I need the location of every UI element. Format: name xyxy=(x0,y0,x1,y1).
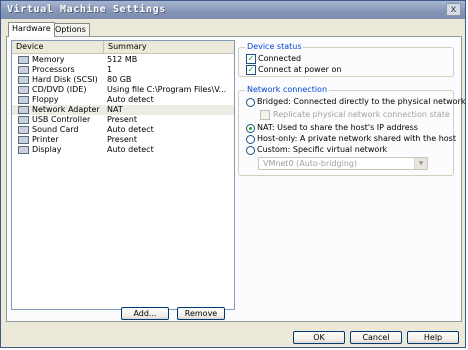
close-icon: x xyxy=(450,4,457,15)
custom-radio[interactable] xyxy=(246,146,255,155)
cancel-button[interactable]: Cancel xyxy=(350,331,402,344)
memory-icon xyxy=(18,56,29,64)
hard-disk-icon xyxy=(18,76,29,84)
device-summary: Auto detect xyxy=(107,145,154,154)
remove-button[interactable]: Remove xyxy=(177,307,225,320)
nat-radio-dot xyxy=(249,127,252,130)
host-only-label: Host-only: A private network shared with… xyxy=(257,134,456,143)
connected-checkbox[interactable]: ✓ xyxy=(246,54,256,64)
connected-label: Connected xyxy=(258,54,302,63)
network-adapter-icon xyxy=(18,106,29,114)
help-button[interactable]: Help xyxy=(407,331,459,344)
tab-hardware[interactable]: Hardware xyxy=(8,22,55,37)
replicate-checkbox[interactable] xyxy=(260,110,270,120)
device-row[interactable]: CD/DVD (IDE) Using file C:\Program Files\… xyxy=(12,85,234,95)
connect-at-power-on-label: Connect at power on xyxy=(258,65,342,74)
device-name: Sound Card xyxy=(32,125,79,134)
device-row[interactable]: Hard Disk (SCSI) 80 GB xyxy=(12,75,234,85)
close-button[interactable]: x xyxy=(446,3,461,16)
title-bar: Virtual Machine Settings x xyxy=(1,1,465,19)
device-row[interactable]: Memory 512 MB xyxy=(12,55,234,65)
processor-icon xyxy=(18,66,29,74)
device-list-header: Device Summary xyxy=(12,41,234,54)
custom-label: Custom: Specific virtual network xyxy=(257,145,388,154)
device-summary: Auto detect xyxy=(107,125,154,134)
add-button[interactable]: Add... xyxy=(121,307,169,320)
ok-button[interactable]: OK xyxy=(293,331,345,344)
device-name: Printer xyxy=(32,135,59,144)
device-row[interactable]: Processors 1 xyxy=(12,65,234,75)
connect-at-power-on-checkbox[interactable]: ✓ xyxy=(246,65,256,75)
custom-network-select[interactable]: VMnet0 (Auto-bridging) ▼ xyxy=(258,157,428,170)
sound-card-icon xyxy=(18,126,29,134)
bridged-radio[interactable] xyxy=(246,98,255,107)
device-name: Processors xyxy=(32,65,75,74)
usb-icon xyxy=(18,116,29,124)
device-summary: 512 MB xyxy=(107,55,138,64)
nat-label: NAT: Used to share the host's IP address xyxy=(257,123,418,132)
device-summary: 1 xyxy=(107,65,113,74)
device-name: Memory xyxy=(32,55,65,64)
printer-icon xyxy=(18,136,29,144)
device-name: Network Adapter xyxy=(32,105,100,114)
device-status-title: Device status xyxy=(245,42,304,52)
settings-window: Virtual Machine Settings x Hardware Opti… xyxy=(0,0,466,348)
host-only-radio[interactable] xyxy=(246,135,255,144)
device-row[interactable]: Sound Card Auto detect xyxy=(12,125,234,135)
device-summary: 80 GB xyxy=(107,75,132,84)
device-name: Hard Disk (SCSI) xyxy=(32,75,98,84)
device-summary: NAT xyxy=(107,105,123,114)
device-row[interactable]: Display Auto detect xyxy=(12,145,234,155)
bridged-label: Bridged: Connected directly to the physi… xyxy=(257,97,466,106)
device-name: Display xyxy=(32,145,62,154)
floppy-icon xyxy=(18,96,29,104)
device-row[interactable]: Floppy Auto detect xyxy=(12,95,234,105)
chevron-down-icon: ▼ xyxy=(414,158,427,169)
replicate-label: Replicate physical network connection st… xyxy=(273,110,450,119)
device-summary: Auto detect xyxy=(107,95,154,104)
column-header-device[interactable]: Device xyxy=(12,41,104,53)
window-title: Virtual Machine Settings xyxy=(7,4,166,15)
device-list: Device Summary Memory 512 MB Processors 1 Ha… xyxy=(11,40,235,310)
device-summary: Present xyxy=(107,135,138,144)
cd-dvd-icon xyxy=(18,86,29,94)
network-connection-title: Network connection xyxy=(245,85,330,95)
device-row[interactable]: Network Adapter NAT xyxy=(12,105,234,115)
column-header-summary[interactable]: Summary xyxy=(104,41,234,53)
nat-radio[interactable] xyxy=(246,124,255,133)
device-row[interactable]: Printer Present xyxy=(12,135,234,145)
device-name: CD/DVD (IDE) xyxy=(32,85,87,94)
tab-options[interactable]: Options xyxy=(51,23,90,37)
device-summary: Using file C:\Program Files\V... xyxy=(107,85,227,94)
device-row[interactable]: USB Controller Present xyxy=(12,115,234,125)
device-name: USB Controller xyxy=(32,115,91,124)
device-summary: Present xyxy=(107,115,138,124)
custom-network-value: VMnet0 (Auto-bridging) xyxy=(263,159,358,168)
device-name: Floppy xyxy=(32,95,59,104)
display-icon xyxy=(18,146,29,154)
